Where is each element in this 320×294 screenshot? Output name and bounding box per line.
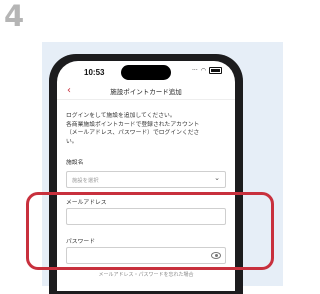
facility-placeholder: 施設を選択 [72, 178, 99, 184]
intro-line: い。 [66, 138, 78, 145]
intro-line: ログインをして施設を追加してください。 [66, 113, 176, 119]
facility-select[interactable]: 施設を選択 ⌄ [66, 171, 226, 188]
intro-line: 各商業施設ポイントカードで登録されたアカウント [66, 121, 200, 128]
intro-line: （メールアドレス、パスワード）でログインくださ [66, 130, 200, 137]
navigation-bar: ‹ 施設ポイントカード追加 [57, 83, 235, 100]
battery-icon [209, 67, 222, 74]
status-icons: ··· ◠ [192, 67, 222, 74]
status-time: 10:53 [84, 68, 105, 77]
wifi-icon: ◠ [200, 67, 206, 74]
status-bar: 10:53 ··· ◠ [57, 61, 235, 83]
forgot-credentials-link[interactable]: メールアドレス・パスワードを忘れた場合 [57, 271, 235, 278]
facility-label: 施設名 [66, 160, 84, 166]
page-title: 施設ポイントカード追加 [110, 88, 182, 96]
step-number: 4 [4, 0, 25, 33]
signal-icon: ··· [192, 67, 198, 74]
intro-text: ログインをして施設を追加してください。 各商業施設ポイントカードで登録されたアカ… [66, 112, 228, 146]
chevron-down-icon: ⌄ [214, 174, 220, 182]
highlight-frame [26, 192, 274, 270]
dynamic-island [121, 65, 171, 80]
